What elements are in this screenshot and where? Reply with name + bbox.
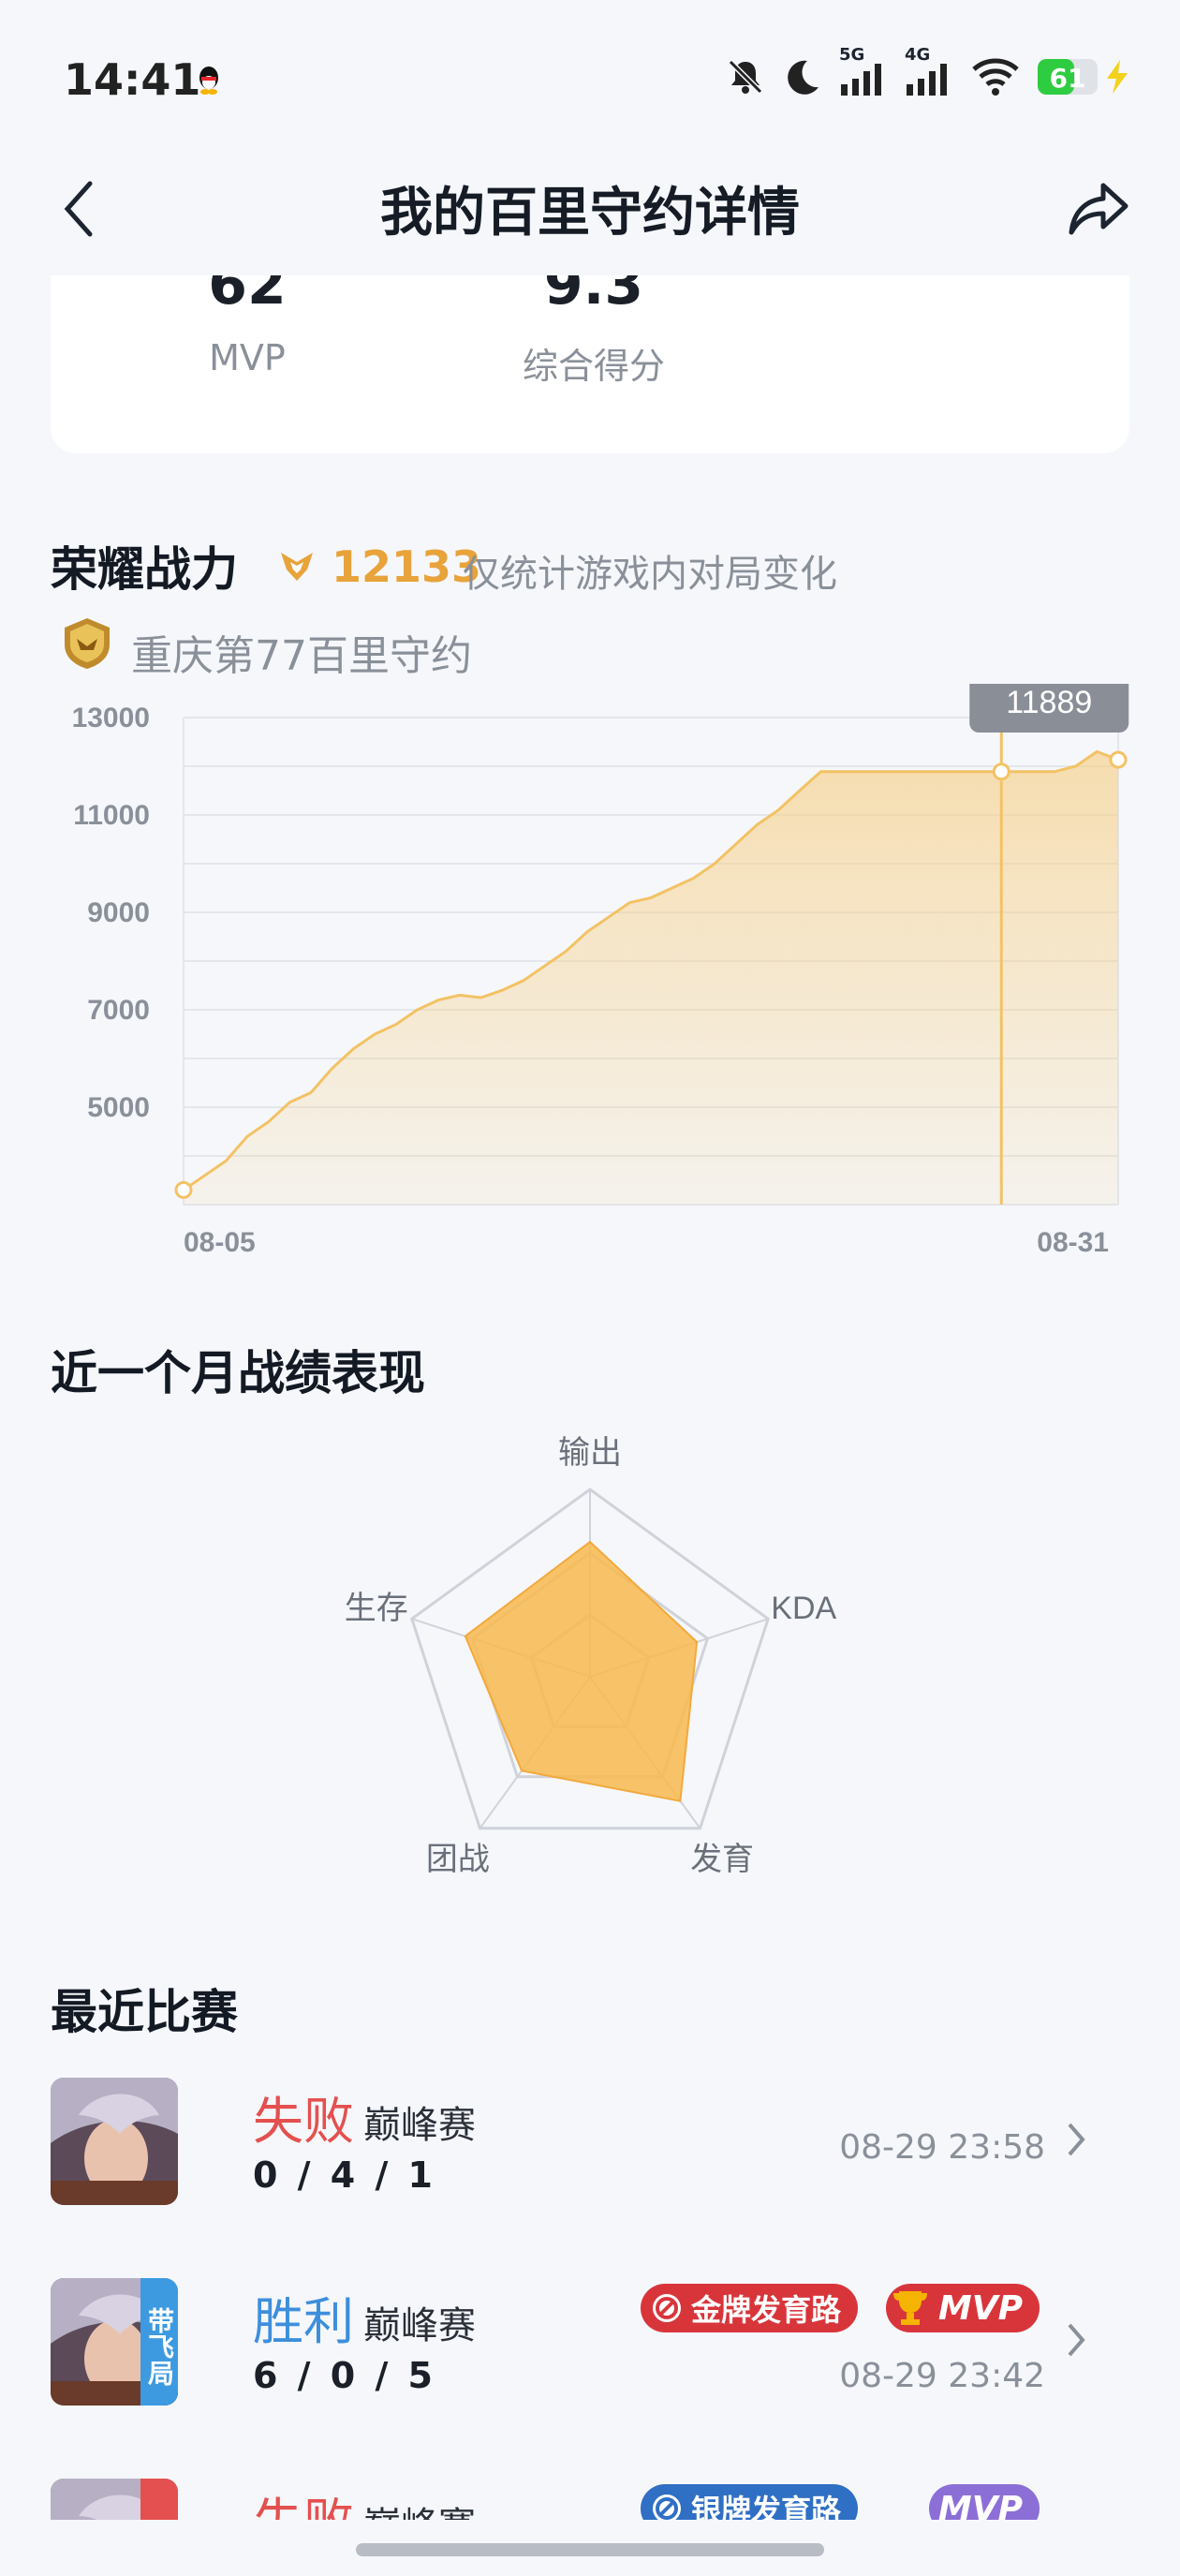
hero-avatar: 带飞局 (51, 2278, 178, 2406)
page-title: 我的百里守约详情 (380, 183, 800, 244)
match-result: 胜利 (253, 2292, 354, 2351)
status-bar: 14:41 5G 4G 61 (0, 0, 1180, 150)
match-kda: 0 / 4 / 1 (253, 2154, 436, 2196)
signal-4g-icon: 4G (905, 45, 953, 97)
hero-avatar (51, 2078, 178, 2205)
power-title: 荣耀战力 (51, 542, 238, 597)
wifi-icon (972, 58, 1019, 96)
chevron-right-icon (1068, 2323, 1085, 2357)
recent-title: 最近比赛 (51, 1985, 238, 2039)
mute-icon (728, 59, 763, 95)
mvp-badge: MVP (928, 2484, 1040, 2521)
badge-label: MVP (937, 2288, 1023, 2328)
chart-area (184, 751, 1118, 1205)
mvp-badge: MVP (885, 2284, 1040, 2332)
match-time: 08-29 23:42 (839, 2357, 1045, 2395)
performance-title: 近一个月战绩表现 (51, 1346, 425, 1400)
no-entry-icon (652, 2294, 681, 2322)
y-tick-label: 11000 (73, 800, 150, 831)
x-tick-end: 08-31 (1037, 1227, 1109, 1258)
share-icon[interactable] (1066, 176, 1131, 242)
stat-score: 9.3 综合得分 (481, 275, 706, 389)
no-entry-icon (652, 2495, 681, 2520)
badge-label: 金牌发育路 (690, 2292, 841, 2328)
match-time: 08-29 23:58 (839, 2128, 1045, 2167)
chart-start-point (174, 1180, 193, 1199)
moon-icon (788, 60, 819, 95)
y-tick-label: 9000 (87, 897, 150, 928)
rank-badge-icon (65, 618, 110, 669)
rank-label: 重庆第77百里守约 (131, 632, 472, 680)
radar-axis-label: 团战 (426, 1842, 490, 1877)
power-note: 仅统计游戏内对局变化 (463, 553, 837, 596)
radar-axis-label: 生存 (345, 1591, 408, 1626)
stat-mvp: 62 MVP (172, 275, 322, 378)
hero-avatar: 尽 (51, 2479, 178, 2520)
power-chart[interactable]: 13000 11000 9000 7000 5000 11889 08-05 08-31 (0, 684, 1180, 1265)
match-mode: 巅峰赛 (363, 2304, 476, 2347)
power-emblem-icon (281, 553, 313, 581)
radar-axis-label: 发育 (690, 1842, 754, 1877)
charging-icon (1107, 60, 1128, 94)
nav-bar: 我的百里守约详情 (0, 150, 1180, 275)
x-tick-start: 08-05 (184, 1227, 256, 1258)
match-kda: 6 / 0 / 5 (253, 2355, 436, 2396)
stat-value: 9.3 (543, 275, 644, 318)
signal-5g-icon: 5G (839, 45, 888, 97)
chevron-right-icon (1068, 2123, 1085, 2156)
match-result: 失败 (253, 2092, 354, 2151)
y-tick-label: 13000 (72, 703, 150, 733)
y-tick-label: 5000 (87, 1092, 150, 1123)
match-tag: 尽 (140, 2479, 178, 2520)
home-indicator[interactable] (356, 2543, 824, 2556)
match-row[interactable]: 尽 失败 巅峰赛 银牌发育路 MVP (51, 2479, 1129, 2520)
silver-farm-badge: 银牌发育路 (640, 2484, 858, 2520)
stats-card: 62 MVP 9.3 综合得分 (51, 275, 1129, 453)
radar-axis-label: 输出 (558, 1435, 622, 1471)
stat-value: 62 (208, 275, 287, 318)
performance-radar: 输出 KDA 发育 团战 生存 (345, 1435, 837, 1877)
match-mode: 巅峰赛 (363, 2104, 476, 2147)
radar-axis-label: KDA (771, 1591, 836, 1626)
battery-indicator: 61 (1038, 58, 1133, 96)
power-value: 12133 (332, 541, 482, 592)
trophy-icon (892, 2291, 927, 2325)
stat-label: MVP (209, 337, 286, 378)
qq-icon (199, 67, 218, 95)
match-mode: 巅峰赛 (363, 2495, 476, 2520)
radar-value-area (464, 1540, 699, 1802)
gold-farm-badge: 金牌发育路 (640, 2284, 858, 2332)
chart-tooltip-point (992, 762, 1010, 781)
status-time: 14:41 (64, 54, 201, 105)
stat-label: 综合得分 (522, 346, 665, 387)
badge-label: MVP (937, 2489, 1023, 2521)
chart-end-point (1109, 750, 1128, 769)
match-result: 失败 (253, 2480, 354, 2520)
carry-tag: 带飞局 (140, 2278, 178, 2406)
badge-label: 银牌发育路 (690, 2493, 841, 2520)
y-tick-label: 7000 (87, 995, 150, 1026)
chart-tooltip-value: 11889 (1006, 685, 1092, 720)
match-row[interactable]: 失败 巅峰赛 0 / 4 / 1 08-29 23:58 (51, 2078, 1129, 2209)
match-row[interactable]: 带飞局 胜利 巅峰赛 6 / 0 / 5 金牌发育路 MVP 08-29 23:… (51, 2278, 1129, 2409)
